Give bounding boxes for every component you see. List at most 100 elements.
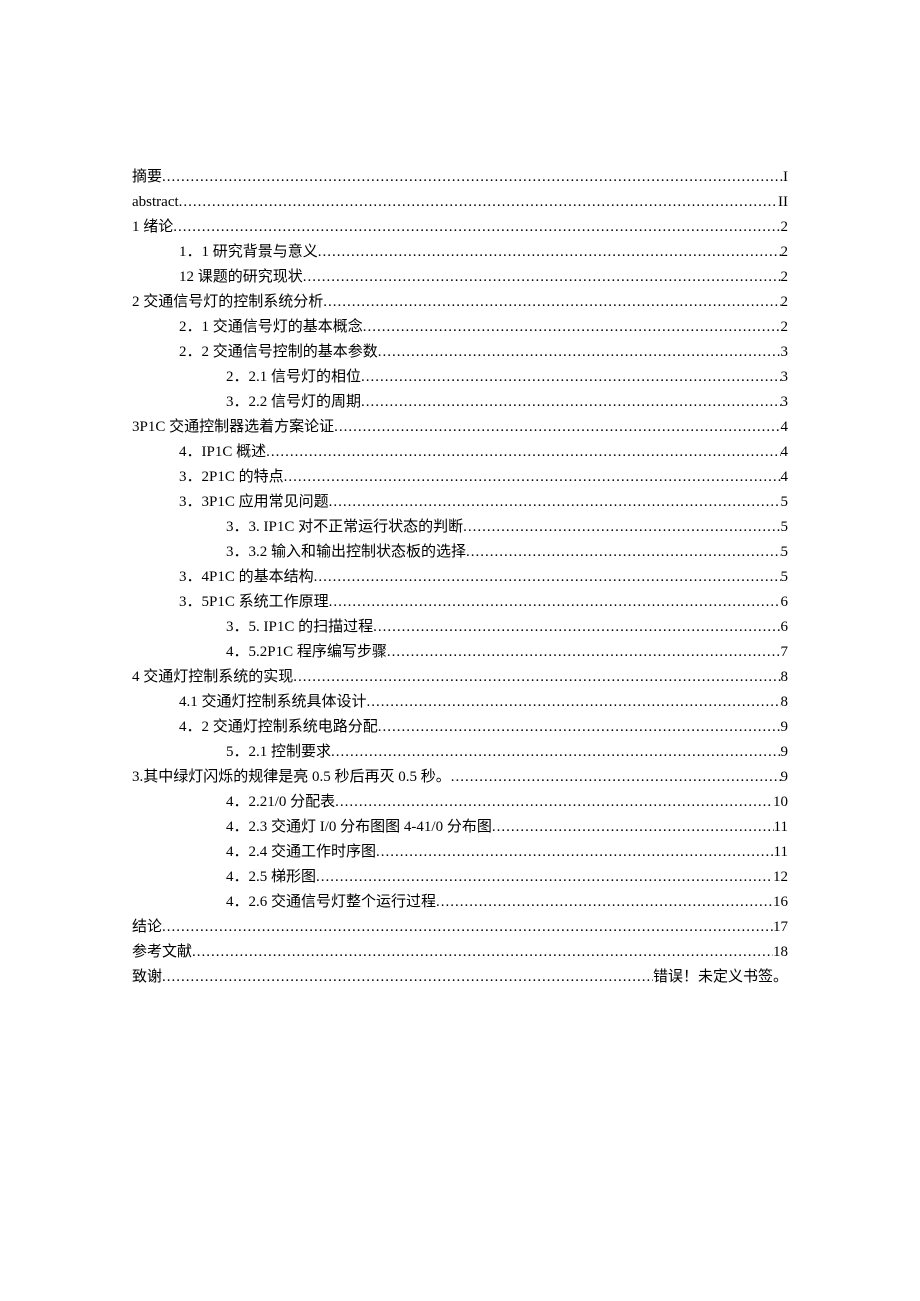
toc-entry-page: 2: [781, 240, 789, 265]
toc-entry-page: 11: [774, 815, 788, 840]
toc-entry: 4.1 交通灯控制系统具体设计 8: [132, 690, 788, 715]
toc-entry-page: 12: [773, 865, 788, 890]
toc-entry-page: 4: [781, 440, 789, 465]
toc-leader-dots: [173, 215, 780, 240]
toc-leader-dots: [378, 340, 781, 365]
toc-leader-dots: [436, 890, 773, 915]
toc-entry-page: 5: [781, 515, 789, 540]
toc-entry: 摘要 I: [132, 165, 788, 190]
toc-entry: 3．2.2 信号灯的周期3: [132, 390, 788, 415]
toc-entry-page: 5: [781, 565, 789, 590]
toc-leader-dots: [323, 290, 780, 315]
toc-entry: 结论 17: [132, 915, 788, 940]
document-page: 摘要Iabstract II1 绪论21．1 研究背景与意义 212 课题的研究…: [0, 0, 920, 990]
toc-leader-dots: [162, 965, 653, 990]
toc-leader-dots: [492, 815, 774, 840]
toc-entry-page: 9: [781, 765, 789, 790]
toc-entry: 2．1 交通信号灯的基本概念 2: [132, 315, 788, 340]
toc-leader-dots: [373, 615, 780, 640]
toc-entry-page: 11: [774, 840, 788, 865]
toc-entry-page: 9: [781, 740, 789, 765]
toc-entry: 3．2P1C 的特点4: [132, 465, 788, 490]
toc-entry-page: 6: [781, 615, 789, 640]
toc-entry-page: 17: [773, 915, 788, 940]
toc-leader-dots: [387, 640, 781, 665]
toc-entry-page: 错误！未定义书签。: [653, 965, 788, 990]
toc-entry-page: 4: [781, 415, 789, 440]
toc-leader-dots: [466, 540, 780, 565]
toc-leader-dots: [162, 165, 783, 190]
toc-entry: 3.其中绿灯闪烁的规律是亮 0.5 秒后再灭 0.5 秒。 9: [132, 765, 788, 790]
toc-entry-label: 致谢: [132, 965, 162, 990]
toc-entry-page: 18: [773, 940, 788, 965]
toc-entry: abstract II: [132, 190, 788, 215]
toc-entry-page: 8: [781, 690, 789, 715]
toc-entry-label: 4 交通灯控制系统的实现: [132, 665, 293, 690]
toc-leader-dots: [316, 865, 773, 890]
toc-entry: 4．IP1C 概述 4: [132, 440, 788, 465]
toc-entry: 12 课题的研究现状 2: [132, 265, 788, 290]
toc-entry: 4．2.5 梯形图 12: [132, 865, 788, 890]
toc-entry-label: 3．2.2 信号灯的周期: [226, 390, 361, 415]
toc-leader-dots: [367, 690, 781, 715]
toc-entry-label: 4．2.6 交通信号灯整个运行过程: [226, 890, 436, 915]
toc-entry-page: 3: [781, 365, 789, 390]
toc-entry-page: 5: [781, 540, 789, 565]
toc-entry-page: 2: [781, 315, 789, 340]
toc-entry-page: 6: [781, 590, 789, 615]
toc-entry-page: 2: [781, 265, 789, 290]
toc-leader-dots: [303, 265, 781, 290]
toc-entry-label: 3．4P1C 的基本结构: [179, 565, 314, 590]
toc-entry-page: 9: [781, 715, 789, 740]
toc-entry: 2．2 交通信号控制的基本参数 3: [132, 340, 788, 365]
toc-entry-label: 1．1 研究背景与意义: [179, 240, 318, 265]
toc-entry-label: 4．IP1C 概述: [179, 440, 266, 465]
toc-entry-page: 4: [781, 465, 789, 490]
toc-entry: 3．3. IP1C 对不正常运行状态的判断 5: [132, 515, 788, 540]
toc-leader-dots: [329, 590, 781, 615]
toc-entry: 3．3P1C 应用常见问题5: [132, 490, 788, 515]
toc-leader-dots: [463, 515, 780, 540]
toc-entry-label: 4．2.4 交通工作时序图: [226, 840, 376, 865]
toc-entry: 4．2 交通灯控制系统电路分配 9: [132, 715, 788, 740]
toc-entry: 3．5. IP1C 的扫描过程 6: [132, 615, 788, 640]
toc-entry-label: 4．5.2P1C 程序编写步骤: [226, 640, 387, 665]
toc-leader-dots: [192, 940, 773, 965]
toc-entry: 1 绪论 2: [132, 215, 788, 240]
toc-entry: 4．5.2P1C 程序编写步骤 7: [132, 640, 788, 665]
toc-entry: 2 交通信号灯的控制系统分析2: [132, 290, 788, 315]
toc-entry: 4．2.4 交通工作时序图 11: [132, 840, 788, 865]
toc-leader-dots: [266, 440, 780, 465]
toc-leader-dots: [363, 315, 781, 340]
toc-entry-label: 4．2 交通灯控制系统电路分配: [179, 715, 378, 740]
toc-entry: 3．4P1C 的基本结构 5: [132, 565, 788, 590]
toc-entry: 5．2.1 控制要求 9: [132, 740, 788, 765]
toc-entry-page: 5: [781, 490, 789, 515]
toc-leader-dots: [376, 840, 774, 865]
toc-entry-page: I: [783, 165, 788, 190]
toc-entry-page: 7: [781, 640, 789, 665]
toc-entry-label: 5．2.1 控制要求: [226, 740, 331, 765]
toc-entry-label: 摘要: [132, 165, 162, 190]
toc-leader-dots: [284, 465, 781, 490]
toc-entry-label: 3.其中绿灯闪烁的规律是亮 0.5 秒后再灭 0.5 秒。: [132, 765, 451, 790]
toc-entry-page: 2: [781, 215, 789, 240]
toc-leader-dots: [361, 390, 780, 415]
toc-entry-page: 16: [773, 890, 788, 915]
toc-entry: 致谢 错误！未定义书签。: [132, 965, 788, 990]
table-of-contents: 摘要Iabstract II1 绪论21．1 研究背景与意义 212 课题的研究…: [132, 165, 788, 990]
toc-leader-dots: [179, 190, 778, 215]
toc-entry-label: 12 课题的研究现状: [179, 265, 303, 290]
toc-entry-label: 3．5. IP1C 的扫描过程: [226, 615, 373, 640]
toc-leader-dots: [335, 790, 773, 815]
toc-entry-label: 3P1C 交通控制器选着方案论证: [132, 415, 334, 440]
toc-leader-dots: [314, 565, 781, 590]
toc-entry-label: 4．2.5 梯形图: [226, 865, 316, 890]
toc-entry-page: 10: [773, 790, 788, 815]
toc-entry-label: 1 绪论: [132, 215, 173, 240]
toc-leader-dots: [293, 665, 780, 690]
toc-entry-label: 4．2.3 交通灯 I/0 分布图图 4-41/0 分布图: [226, 815, 492, 840]
toc-entry: 参考文献 18: [132, 940, 788, 965]
toc-entry-label: 参考文献: [132, 940, 192, 965]
toc-entry-label: 3．3. IP1C 对不正常运行状态的判断: [226, 515, 463, 540]
